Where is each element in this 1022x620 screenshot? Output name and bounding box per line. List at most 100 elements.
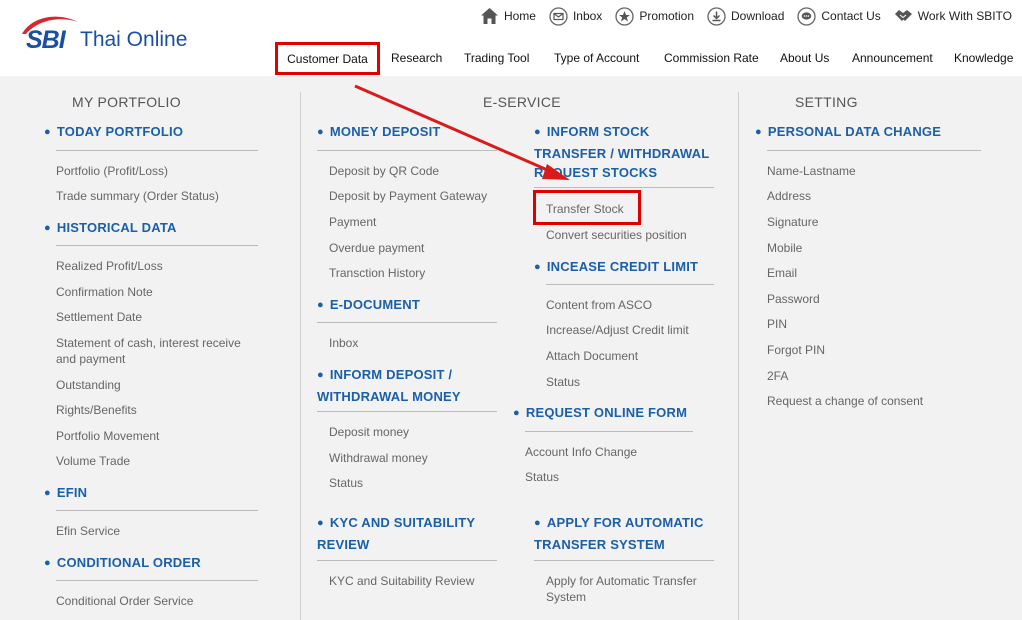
top-link-label: Work With SBITO bbox=[917, 9, 1012, 23]
logo-text: Thai Online bbox=[80, 28, 188, 51]
header: SBI Thai Online Home Inbox Promotion Dow… bbox=[0, 0, 1022, 76]
top-link-home[interactable]: Home bbox=[480, 7, 536, 26]
link-pin[interactable]: PIN bbox=[767, 316, 787, 332]
nav-trading-tool[interactable]: Trading Tool bbox=[464, 51, 529, 65]
link-confirmation-note[interactable]: Confirmation Note bbox=[56, 284, 153, 300]
nav-commission-rate[interactable]: Commission Rate bbox=[664, 51, 759, 65]
divider bbox=[317, 560, 497, 561]
top-link-download[interactable]: Download bbox=[707, 6, 784, 26]
link-2fa[interactable]: 2FA bbox=[767, 368, 788, 384]
top-links: Home Inbox Promotion Download Contact Us bbox=[467, 5, 1012, 27]
divider bbox=[534, 560, 714, 561]
top-link-inbox[interactable]: Inbox bbox=[549, 6, 603, 26]
annotation-arrow-icon bbox=[354, 84, 570, 180]
link-trade-summary[interactable]: Trade summary (Order Status) bbox=[56, 188, 219, 204]
link-edoc-inbox[interactable]: Inbox bbox=[329, 335, 358, 351]
link-portfolio-movement[interactable]: Portfolio Movement bbox=[56, 428, 159, 444]
link-password[interactable]: Password bbox=[767, 291, 820, 307]
link-rights-benefits[interactable]: Rights/Benefits bbox=[56, 402, 137, 418]
column-divider bbox=[300, 92, 301, 620]
top-link-contact[interactable]: Contact Us bbox=[797, 6, 881, 26]
nav-about-us[interactable]: About Us bbox=[780, 51, 829, 65]
link-deposit-status[interactable]: Status bbox=[329, 475, 363, 491]
top-link-label: Promotion bbox=[639, 9, 695, 23]
nav-research[interactable]: Research bbox=[391, 51, 442, 65]
divider bbox=[56, 510, 258, 511]
link-settlement-date[interactable]: Settlement Date bbox=[56, 309, 142, 325]
nav-announcement[interactable]: Announcement bbox=[852, 51, 933, 65]
link-signature[interactable]: Signature bbox=[767, 214, 818, 230]
section-increase-credit-limit[interactable]: ● INCEASE CREDIT LIMIT bbox=[534, 257, 698, 279]
link-outstanding[interactable]: Outstanding bbox=[56, 377, 121, 393]
divider bbox=[317, 322, 497, 323]
link-email[interactable]: Email bbox=[767, 265, 797, 281]
section-personal-data-change[interactable]: ● PERSONAL DATA CHANGE bbox=[755, 122, 941, 144]
top-link-label: Contact Us bbox=[821, 9, 881, 23]
link-portfolio-profit-loss[interactable]: Portfolio (Profit/Loss) bbox=[56, 163, 168, 179]
link-realized-profit-loss[interactable]: Realized Profit/Loss bbox=[56, 258, 163, 274]
star-icon bbox=[615, 6, 634, 26]
link-overdue-payment[interactable]: Overdue payment bbox=[329, 240, 424, 256]
top-link-work[interactable]: Work With SBITO bbox=[894, 7, 1012, 26]
link-deposit-money[interactable]: Deposit money bbox=[329, 424, 409, 440]
link-request-consent-change[interactable]: Request a change of consent bbox=[767, 393, 923, 409]
divider bbox=[525, 431, 693, 432]
link-form-status[interactable]: Status bbox=[525, 469, 559, 485]
divider bbox=[56, 150, 258, 151]
home-icon bbox=[480, 7, 499, 26]
link-account-info-change[interactable]: Account Info Change bbox=[525, 444, 637, 460]
handshake-icon bbox=[894, 7, 913, 26]
chat-icon bbox=[797, 6, 817, 26]
section-kyc[interactable]: ● KYC AND SUITABILITY REVIEW bbox=[317, 513, 507, 554]
sbi-logo[interactable]: SBI Thai Online bbox=[20, 12, 200, 56]
link-attach-document[interactable]: Attach Document bbox=[546, 348, 638, 364]
section-e-document[interactable]: ● E-DOCUMENT bbox=[317, 295, 420, 317]
link-efin-service[interactable]: Efin Service bbox=[56, 523, 120, 539]
section-today-portfolio[interactable]: ● TODAY PORTFOLIO bbox=[44, 122, 183, 144]
divider bbox=[317, 150, 497, 151]
divider bbox=[534, 187, 714, 188]
top-link-label: Home bbox=[503, 9, 536, 23]
nav-type-of-account[interactable]: Type of Account bbox=[554, 51, 639, 65]
inbox-icon bbox=[549, 6, 568, 26]
divider bbox=[56, 245, 258, 246]
link-increase-credit[interactable]: Increase/Adjust Credit limit bbox=[546, 322, 689, 338]
link-mobile[interactable]: Mobile bbox=[767, 240, 802, 256]
link-name-lastname[interactable]: Name-Lastname bbox=[767, 163, 856, 179]
section-efin[interactable]: ● EFIN bbox=[44, 483, 87, 505]
top-link-label: Inbox bbox=[572, 9, 603, 23]
link-convert-securities[interactable]: Convert securities position bbox=[546, 227, 687, 243]
link-deposit-gateway[interactable]: Deposit by Payment Gateway bbox=[329, 188, 487, 204]
section-conditional-order[interactable]: ● CONDITIONAL ORDER bbox=[44, 553, 201, 575]
top-link-promotion[interactable]: Promotion bbox=[615, 6, 695, 26]
section-auto-transfer[interactable]: ● APPLY FOR AUTOMATIC TRANSFER SYSTEM bbox=[534, 513, 724, 554]
download-icon bbox=[707, 6, 726, 26]
divider bbox=[56, 580, 258, 581]
nav-customer-data-label: Customer Data bbox=[287, 51, 368, 66]
link-statement-of-cash[interactable]: Statement of cash, interest receive and … bbox=[56, 335, 256, 367]
section-inform-stock-transfer[interactable]: ● INFORM STOCK TRANSFER / WITHDRAWAL REQU… bbox=[534, 122, 724, 183]
link-conditional-order-service[interactable]: Conditional Order Service bbox=[56, 593, 193, 609]
link-forgot-pin[interactable]: Forgot PIN bbox=[767, 342, 825, 358]
column-divider bbox=[738, 92, 739, 620]
link-deposit-qr[interactable]: Deposit by QR Code bbox=[329, 163, 439, 179]
nav-customer-data[interactable]: Customer Data bbox=[275, 42, 380, 75]
link-apply-auto-transfer[interactable]: Apply for Automatic Transfer System bbox=[546, 573, 721, 605]
link-kyc-review[interactable]: KYC and Suitability Review bbox=[329, 573, 474, 589]
section-inform-deposit[interactable]: ● INFORM DEPOSIT / WITHDRAWAL MONEY bbox=[317, 365, 507, 406]
link-address[interactable]: Address bbox=[767, 188, 811, 204]
section-money-deposit[interactable]: ● MONEY DEPOSIT bbox=[317, 122, 441, 144]
nav-knowledge[interactable]: Knowledge bbox=[954, 51, 1013, 65]
link-transaction-history[interactable]: Transction History bbox=[329, 265, 425, 281]
highlight-box-transfer-stock bbox=[533, 190, 641, 225]
column-title-portfolio: MY PORTFOLIO bbox=[72, 94, 181, 110]
section-historical-data[interactable]: ● HISTORICAL DATA bbox=[44, 218, 177, 240]
link-content-from-asco[interactable]: Content from ASCO bbox=[546, 297, 652, 313]
link-withdrawal-money[interactable]: Withdrawal money bbox=[329, 450, 428, 466]
link-credit-status[interactable]: Status bbox=[546, 374, 580, 390]
section-request-online-form[interactable]: ● REQUEST ONLINE FORM bbox=[513, 403, 687, 425]
link-payment[interactable]: Payment bbox=[329, 214, 376, 230]
logo-sbi: SBI bbox=[26, 26, 66, 54]
column-title-eservice: E-SERVICE bbox=[483, 94, 561, 110]
link-volume-trade[interactable]: Volume Trade bbox=[56, 453, 130, 469]
